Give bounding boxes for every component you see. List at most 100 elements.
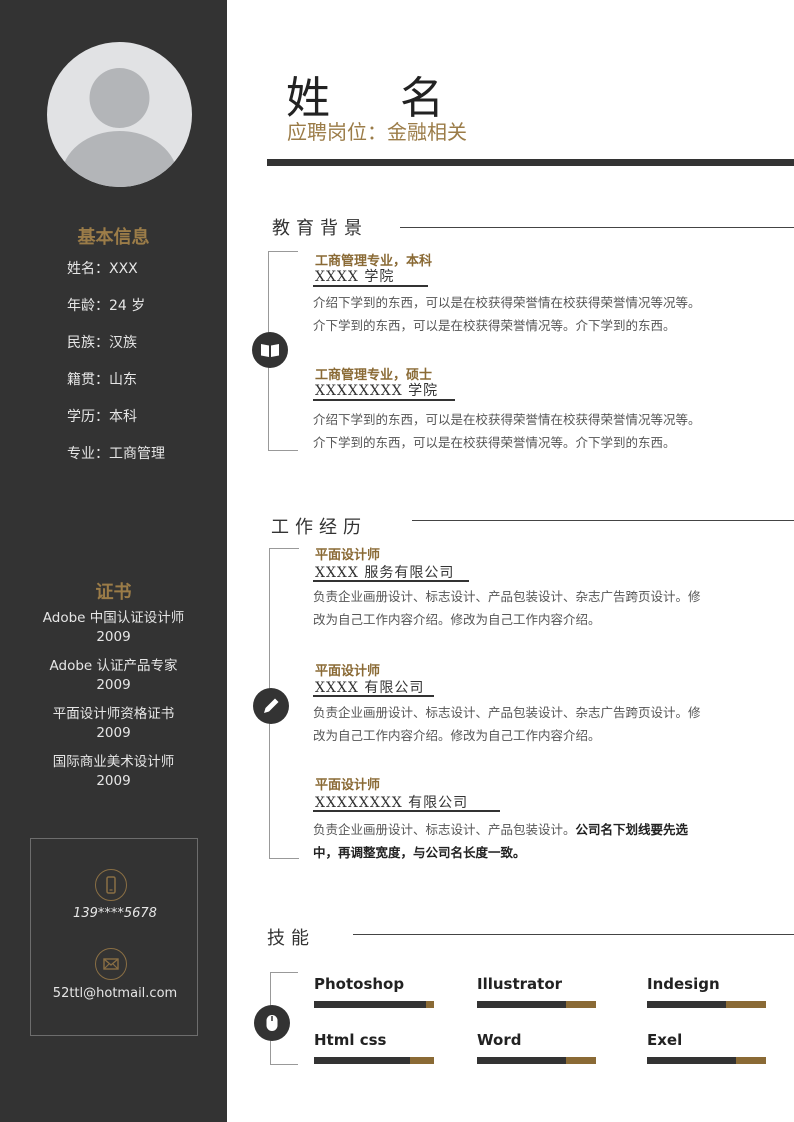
cert-year: 2009 — [96, 725, 131, 741]
timeline-line — [269, 548, 299, 549]
info-label: 姓名： — [67, 261, 109, 277]
cert-name: 国际商业美术设计师 — [52, 754, 175, 770]
desc-line: 负责企业画册设计、标志设计、产品包装设计、杂志广告跨页设计。修 — [313, 589, 701, 604]
desc-line: 改为自己工作内容介绍。修改为自己工作内容介绍。 — [313, 612, 601, 627]
desc-line: 介下学到的东西，可以是在校获得荣誉情况等。介下学到的东西。 — [313, 318, 676, 333]
job-position: 应聘岗位：金融相关 — [287, 120, 467, 144]
cert-item: 国际商业美术设计师 2009 — [0, 753, 227, 791]
cert-item: Adobe 中国认证设计师 2009 — [0, 609, 227, 647]
skill-fill — [477, 1001, 566, 1008]
company-underline — [313, 695, 434, 697]
timeline-line — [270, 972, 298, 973]
cert-year: 2009 — [96, 773, 131, 789]
education-desc: 介绍下学到的东西，可以是在校获得荣誉情在校获得荣誉情况等况等。 介下学到的东西，… — [313, 408, 701, 454]
desc-line: 负责企业画册设计、标志设计、产品包装设计、杂志广告跨页设计。修 — [313, 705, 701, 720]
header-divider — [267, 159, 794, 166]
desc-note: 中，再调整宽度，与公司名长度一致。 — [313, 845, 526, 860]
timeline-line — [269, 858, 299, 859]
desc-text: 负责企业画册设计、标志设计、产品包装设计。 — [313, 822, 576, 837]
desc-line: 中，再调整宽度，与公司名长度一致。 — [313, 841, 688, 864]
skill-fill — [314, 1057, 410, 1064]
cert-title: 证书 — [95, 582, 132, 603]
info-row-hometown: 籍贯：山东 — [67, 369, 137, 389]
phone-icon — [95, 869, 127, 901]
info-label: 籍贯： — [67, 372, 109, 388]
work-company: XXXX 有限公司 — [315, 680, 425, 696]
contact-box: 139****5678 52ttl@hotmail.com — [30, 838, 198, 1036]
cert-item: Adobe 认证产品专家 2009 — [0, 657, 227, 695]
skill-bar — [477, 1001, 596, 1008]
desc-note: 公司名下划线要先选 — [575, 822, 689, 837]
avatar — [47, 42, 192, 187]
school-underline — [313, 285, 428, 287]
avatar-placeholder-icon — [61, 68, 178, 187]
skill-remainder — [566, 1057, 596, 1064]
company-underline — [313, 810, 500, 812]
cert-item: 平面设计师资格证书 2009 — [0, 705, 227, 743]
info-label: 民族： — [67, 335, 109, 351]
skill-bar — [314, 1057, 434, 1064]
desc-line: 介下学到的东西，可以是在校获得荣誉情况等。介下学到的东西。 — [313, 435, 676, 450]
info-row-name: 姓名：XXX — [67, 258, 138, 278]
work-desc: 负责企业画册设计、标志设计、产品包装设计、杂志广告跨页设计。修 改为自己工作内容… — [313, 585, 701, 631]
info-row-degree: 学历：本科 — [67, 406, 137, 426]
cert-name: Adobe 中国认证设计师 — [42, 610, 185, 626]
education-school: XXXXXXXX 学院 — [315, 383, 439, 399]
email-address[interactable]: 52ttl@hotmail.com — [31, 986, 199, 1001]
skill-remainder — [736, 1057, 766, 1064]
info-label: 学历： — [67, 409, 109, 425]
work-section-title: 工作经历 — [271, 517, 367, 538]
skill-remainder — [426, 1001, 434, 1008]
cert-name: Adobe 认证产品专家 — [49, 658, 178, 674]
timeline-line — [268, 251, 298, 252]
education-section-title: 教育背景 — [272, 218, 368, 239]
skill-fill — [314, 1001, 426, 1008]
work-company: XXXX 服务有限公司 — [315, 565, 455, 581]
education-desc: 介绍下学到的东西，可以是在校获得荣誉情在校获得荣誉情况等况等。 介下学到的东西，… — [313, 291, 701, 337]
info-row-age: 年龄：24 岁 — [67, 295, 145, 315]
email-icon — [95, 948, 127, 980]
basic-info-title: 基本信息 — [77, 227, 150, 248]
skill-fill — [647, 1001, 726, 1008]
section-divider — [353, 934, 794, 935]
desc-line: 负责企业画册设计、标志设计、产品包装设计。公司名下划线要先选 — [313, 818, 688, 841]
skill-fill — [647, 1057, 736, 1064]
info-value: 汉族 — [109, 335, 137, 351]
info-value: 山东 — [109, 372, 137, 388]
desc-line: 介绍下学到的东西，可以是在校获得荣誉情在校获得荣誉情况等况等。 — [313, 295, 701, 310]
skill-bar — [314, 1001, 434, 1008]
skill-bar — [477, 1057, 596, 1064]
skill-name: Exel — [647, 1031, 683, 1049]
skill-bar — [647, 1057, 766, 1064]
section-divider — [412, 520, 794, 521]
cert-year: 2009 — [96, 677, 131, 693]
work-role: 平面设计师 — [315, 778, 381, 793]
skill-fill — [477, 1057, 566, 1064]
info-value: 24 岁 — [109, 298, 146, 314]
work-company: XXXXXXXX 有限公司 — [315, 795, 469, 811]
skills-section-title: 技能 — [267, 928, 315, 949]
info-row-major: 专业：工商管理 — [67, 443, 165, 463]
work-desc: 负责企业画册设计、标志设计、产品包装设计、杂志广告跨页设计。修 改为自己工作内容… — [313, 701, 701, 747]
sidebar: 基本信息 姓名：XXX 年龄：24 岁 民族：汉族 籍贯：山东 学历：本科 专业… — [0, 0, 227, 1122]
pencil-icon — [253, 688, 289, 724]
skill-name: Word — [477, 1031, 522, 1049]
company-underline — [313, 580, 469, 582]
phone-number: 139****5678 — [73, 906, 157, 921]
skill-name: Photoshop — [314, 975, 405, 993]
info-label: 专业： — [67, 446, 109, 462]
work-role: 平面设计师 — [315, 548, 381, 563]
skill-remainder — [410, 1057, 434, 1064]
info-row-ethnicity: 民族：汉族 — [67, 332, 137, 352]
cert-name: 平面设计师资格证书 — [52, 706, 175, 722]
timeline-line — [270, 1064, 298, 1065]
mouse-icon — [254, 1005, 290, 1041]
info-label: 年龄： — [67, 298, 109, 314]
desc-line: 介绍下学到的东西，可以是在校获得荣誉情在校获得荣誉情况等况等。 — [313, 412, 701, 427]
skill-name: Illustrator — [477, 975, 563, 993]
skill-remainder — [726, 1001, 766, 1008]
info-value: 本科 — [109, 409, 137, 425]
section-divider — [400, 227, 794, 228]
skill-name: Html css — [314, 1031, 387, 1049]
school-underline — [313, 399, 455, 401]
